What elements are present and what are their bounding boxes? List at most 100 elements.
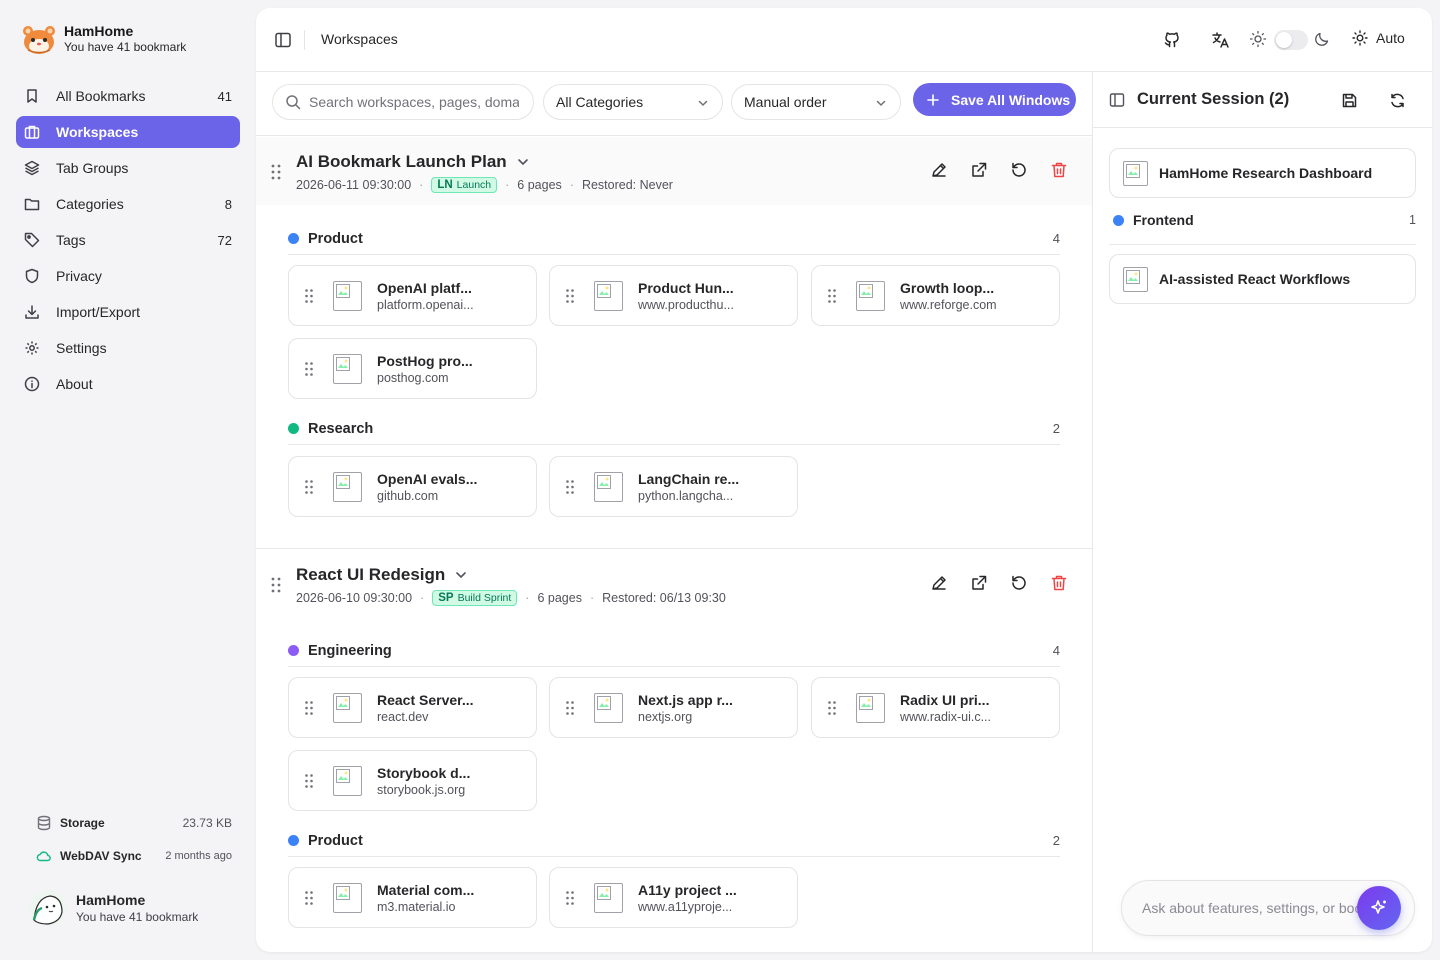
save-all-windows-button[interactable]: Save All Windows xyxy=(913,83,1076,116)
theme-toggle[interactable] xyxy=(1274,30,1308,50)
folder-icon xyxy=(24,198,40,211)
page-card[interactable]: PostHog pro... posthog.com xyxy=(288,338,537,399)
drag-handle-icon[interactable] xyxy=(304,890,314,906)
workspace-title[interactable]: React UI Redesign xyxy=(296,565,469,585)
delete-icon[interactable] xyxy=(1050,574,1068,592)
page-card[interactable]: Growth loop... www.reforge.com xyxy=(811,265,1060,326)
edit-icon[interactable] xyxy=(930,574,948,592)
download-icon xyxy=(25,305,39,319)
chevron-down-icon[interactable] xyxy=(453,567,469,583)
avatar xyxy=(30,890,66,926)
sidebar-item-categories[interactable]: Categories 8 xyxy=(16,188,240,220)
translate-icon[interactable] xyxy=(1210,30,1230,50)
page-card[interactable]: React Server... react.dev xyxy=(288,677,537,738)
search-box xyxy=(272,84,534,120)
favicon-placeholder-icon xyxy=(333,883,362,913)
group-count: 4 xyxy=(1052,643,1060,658)
group-count: 1 xyxy=(1409,213,1416,227)
drag-handle-icon[interactable] xyxy=(565,479,575,495)
drag-handle-icon[interactable] xyxy=(565,288,575,304)
meta-separator: · xyxy=(569,178,574,192)
page-card[interactable]: Radix UI pri... www.radix-ui.c... xyxy=(811,677,1060,738)
workspace-title[interactable]: AI Bookmark Launch Plan xyxy=(296,152,531,172)
session-tab-card[interactable]: HamHome Research Dashboard xyxy=(1109,148,1416,198)
group-header[interactable]: Product 4 xyxy=(288,223,1060,255)
drag-handle-icon[interactable] xyxy=(304,773,314,789)
sidebar-item-label: Import/Export xyxy=(56,304,141,320)
page-domain: www.a11yproje... xyxy=(638,900,733,914)
drag-handle-icon[interactable] xyxy=(827,700,837,716)
page-card[interactable]: Product Hun... www.producthu... xyxy=(549,265,798,326)
sidebar-item-tab-groups[interactable]: Tab Groups xyxy=(16,152,240,184)
open-external-icon[interactable] xyxy=(970,574,988,592)
meta-separator: · xyxy=(419,178,424,192)
assistant-input[interactable] xyxy=(1142,900,1374,916)
tag-abbr: LN xyxy=(437,179,453,191)
sidebar-toggle-icon[interactable] xyxy=(274,31,292,49)
page-card[interactable]: A11y project ... www.a11yproje... xyxy=(549,867,798,928)
workspace-header: React UI Redesign 2026-06-10 09:30:00 · … xyxy=(256,550,1092,618)
group-header[interactable]: Research 2 xyxy=(288,413,1060,445)
tag-abbr: SP xyxy=(438,592,454,604)
sidebar-item-label: Workspaces xyxy=(56,124,139,140)
workspace-restored: Restored: 06/13 09:30 xyxy=(602,591,726,605)
search-input[interactable] xyxy=(309,94,519,110)
sidebar-item-all-bookmarks[interactable]: All Bookmarks 41 xyxy=(16,80,240,112)
sidebar-item-tags[interactable]: Tags 72 xyxy=(16,224,240,256)
drag-handle-icon[interactable] xyxy=(304,288,314,304)
sidebar-item-count: 41 xyxy=(217,88,232,104)
session-tab-card[interactable]: AI-assisted React Workflows xyxy=(1109,254,1416,304)
sidebar-item-import-export[interactable]: Import/Export xyxy=(16,296,240,328)
workspace-actions xyxy=(908,574,1068,592)
session-group-header[interactable]: Frontend 1 xyxy=(1113,212,1416,228)
save-icon[interactable] xyxy=(1341,92,1358,109)
drag-handle-icon[interactable] xyxy=(565,890,575,906)
tag-label: Build Sprint xyxy=(457,592,512,604)
page-card[interactable]: Next.js app r... nextjs.org xyxy=(549,677,798,738)
user-profile[interactable]: HamHome You have 41 bookmark xyxy=(30,890,198,926)
group-header[interactable]: Product 2 xyxy=(288,825,1060,857)
page-card[interactable]: LangChain re... python.langcha... xyxy=(549,456,798,517)
drag-handle-icon[interactable] xyxy=(270,576,282,594)
session-title: Current Session (2) xyxy=(1137,90,1290,108)
drag-handle-icon[interactable] xyxy=(304,479,314,495)
chevron-down-icon xyxy=(698,100,708,107)
refresh-icon[interactable] xyxy=(1389,92,1406,109)
edit-icon[interactable] xyxy=(930,161,948,179)
order-select[interactable]: Manual order xyxy=(731,84,901,120)
workspace-tag[interactable]: SP Build Sprint xyxy=(432,590,518,606)
page-domain: github.com xyxy=(377,489,439,503)
page-card[interactable]: Storybook d... storybook.js.org xyxy=(288,750,537,811)
sidebar-item-privacy[interactable]: Privacy xyxy=(16,260,240,292)
restore-icon[interactable] xyxy=(1010,161,1028,179)
page-card[interactable]: OpenAI evals... github.com xyxy=(288,456,537,517)
drag-handle-icon[interactable] xyxy=(270,163,282,181)
workspace-page-count: 6 pages xyxy=(537,591,582,605)
drag-handle-icon[interactable] xyxy=(304,700,314,716)
theme-mode-button[interactable]: Auto xyxy=(1352,30,1405,46)
open-external-icon[interactable] xyxy=(970,161,988,179)
brand[interactable]: HamHome You have 41 bookmark xyxy=(22,22,186,56)
workspace-tag[interactable]: LN Launch xyxy=(431,177,498,193)
github-icon[interactable] xyxy=(1162,30,1182,50)
sidebar-item-about[interactable]: About xyxy=(16,368,240,400)
user-name: HamHome xyxy=(76,891,146,908)
panel-toggle-icon[interactable] xyxy=(1109,92,1125,108)
drag-handle-icon[interactable] xyxy=(565,700,575,716)
chevron-down-icon[interactable] xyxy=(515,154,531,170)
page-card[interactable]: OpenAI platf... platform.openai... xyxy=(288,265,537,326)
group-name: Engineering xyxy=(308,642,392,659)
delete-icon[interactable] xyxy=(1050,161,1068,179)
sun-icon xyxy=(1352,30,1368,46)
ai-assistant-button[interactable] xyxy=(1357,886,1401,930)
sidebar-item-workspaces[interactable]: Workspaces xyxy=(16,116,240,148)
sidebar-item-settings[interactable]: Settings xyxy=(16,332,240,364)
sync-row[interactable]: WebDAV Sync 2 months ago xyxy=(24,841,232,871)
favicon-placeholder-icon xyxy=(1123,161,1148,186)
page-card[interactable]: Material com... m3.material.io xyxy=(288,867,537,928)
group-header[interactable]: Engineering 4 xyxy=(288,635,1060,667)
restore-icon[interactable] xyxy=(1010,574,1028,592)
category-select[interactable]: All Categories xyxy=(543,84,723,120)
drag-handle-icon[interactable] xyxy=(304,361,314,377)
drag-handle-icon[interactable] xyxy=(827,288,837,304)
